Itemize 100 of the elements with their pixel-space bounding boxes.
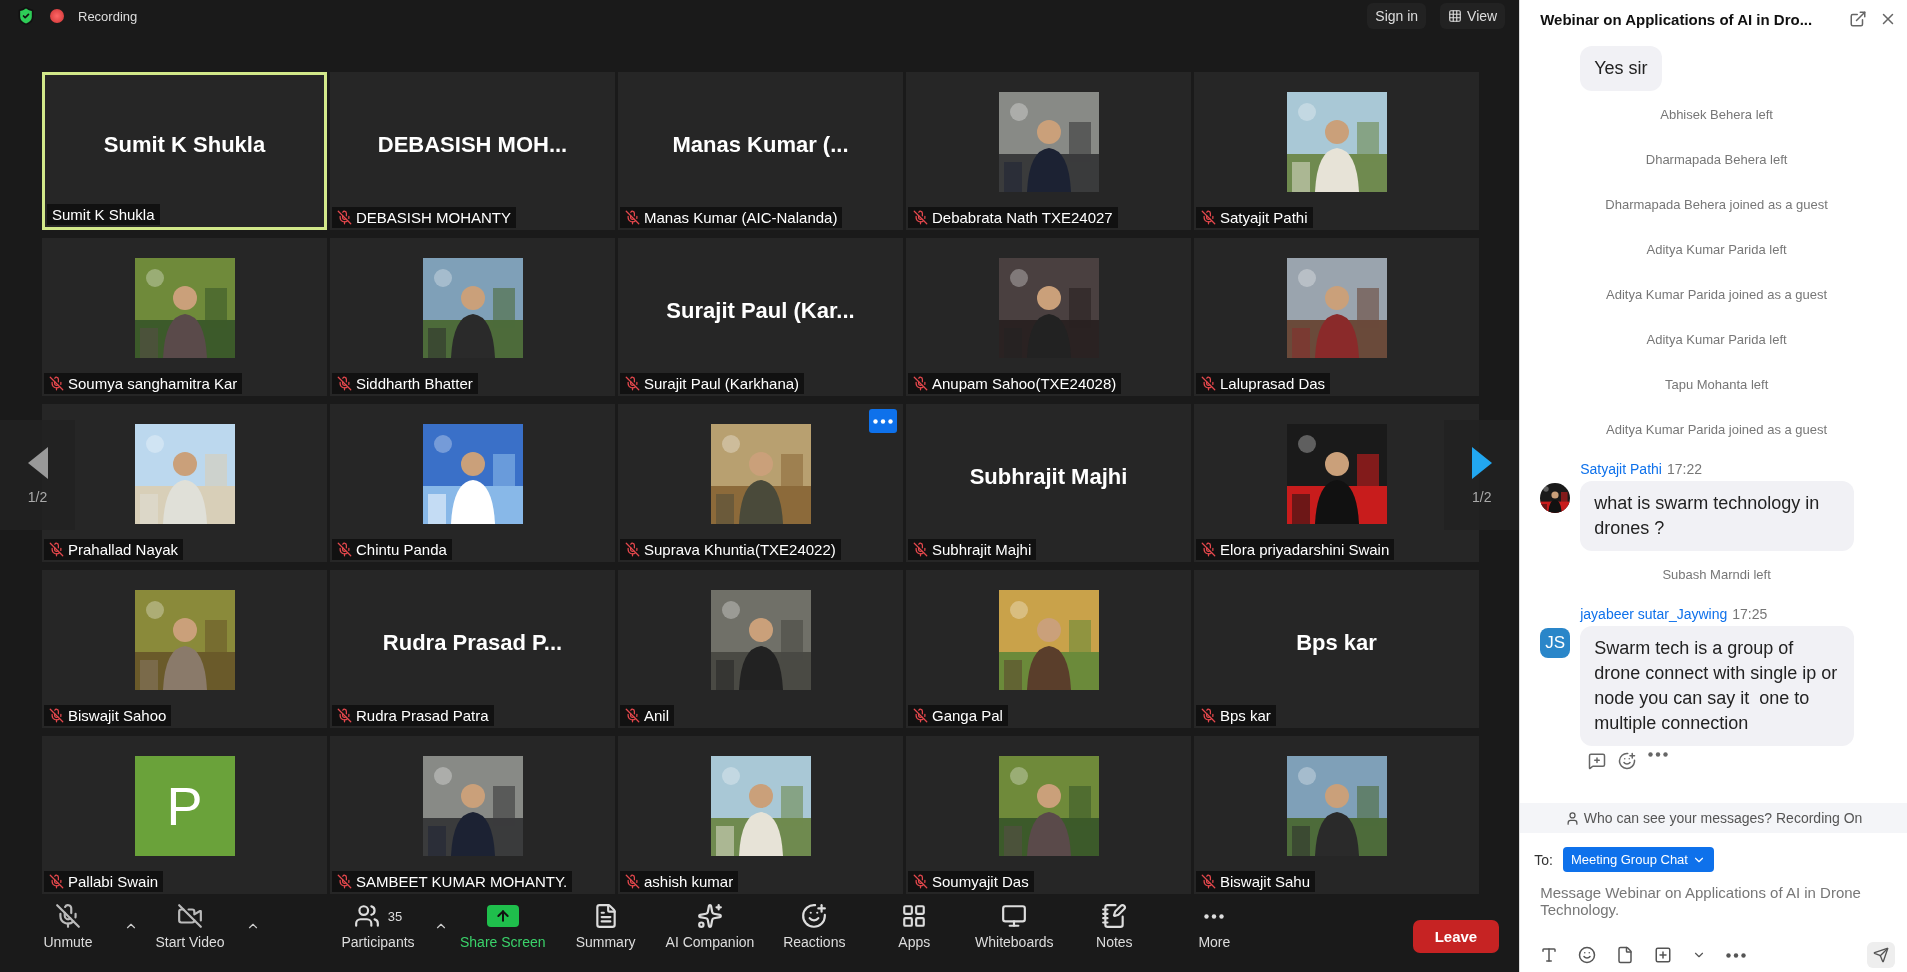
video-tile[interactable]: Surajit Paul (Kar... Surajit Paul (Karkhana)	[618, 238, 903, 396]
video-tile[interactable]: Sumit K Shukla Sumit K Shukla	[42, 72, 327, 230]
system-message: Aditya Kumar Parida joined as a guest	[1605, 421, 1829, 439]
emoji-icon[interactable]	[1618, 752, 1637, 770]
recording-icon	[50, 9, 64, 23]
smiley-plus-icon	[801, 903, 828, 929]
video-tile[interactable]: Anil	[618, 570, 903, 728]
video-tile[interactable]: Soumyajit Das	[906, 736, 1191, 894]
toolbar-button[interactable]: Start Video	[142, 900, 238, 952]
video-tile[interactable]: Siddharth Bhatter	[330, 238, 615, 396]
notepad-icon	[1101, 903, 1128, 929]
participant-label: Rudra Prasad Patra	[356, 707, 489, 724]
more-icon[interactable]	[1204, 913, 1225, 919]
participant-label: Biswajit Sahu	[1220, 873, 1311, 890]
system-message: Aditya Kumar Parida joined as a guest	[1605, 286, 1829, 304]
message-header: jayabeer sutar_Jaywing 17:25	[1580, 606, 1769, 622]
video-tile[interactable]: Chintu Panda	[330, 404, 615, 562]
system-message: Aditya Kumar Parida left	[1645, 241, 1788, 259]
recipient-dropdown[interactable]: Meeting Group Chat	[1562, 847, 1714, 872]
video-tile[interactable]: Rudra Prasad P... Rudra Prasad Patra	[330, 570, 615, 728]
system-message: Abhisek Behera left	[1659, 106, 1774, 124]
participant-name: Bps kar	[1296, 630, 1377, 656]
video-tile[interactable]: Anupam Sahoo(TXE24028)	[906, 238, 1191, 396]
toolbar-button[interactable]: Notes	[1066, 900, 1163, 952]
participant-name: Manas Kumar (...	[672, 132, 849, 158]
system-message: Tapu Mohanta left	[1663, 376, 1770, 394]
toolbar-button[interactable]: More	[1166, 900, 1263, 952]
participant-label: Debabrata Nath TXE24027	[932, 209, 1113, 226]
sparkles-icon	[696, 903, 723, 929]
participant-label: Ganga Pal	[932, 707, 1003, 724]
participant-name: DEBASISH MOH...	[377, 132, 568, 158]
video-tile[interactable]: Suprava Khuntia(TXE24022)	[618, 404, 903, 562]
video-tile[interactable]: DEBASISH MOH... DEBASISH MOHANTY	[330, 72, 615, 230]
toolbar-button[interactable]: 35 Participants	[330, 900, 426, 952]
toolbar-button[interactable]: AI Companion	[657, 900, 763, 952]
participant-label: DEBASISH MOHANTY	[356, 209, 512, 226]
video-tile[interactable]: Laluprasad Das	[1194, 238, 1479, 396]
send-icon	[1873, 947, 1889, 963]
video-tile[interactable]: Soumya sanghamitra Kar	[42, 238, 327, 396]
more-icon[interactable]	[1726, 952, 1747, 958]
next-page-icon[interactable]	[1469, 445, 1494, 481]
whiteboard-icon	[1001, 903, 1028, 929]
system-message: Dharmapada Behera joined as a guest	[1604, 196, 1829, 214]
video-tile[interactable]: Ganga Pal	[906, 570, 1191, 728]
participant-label: Elora priyadarshini Swain	[1220, 541, 1390, 558]
video-tile[interactable]: Debabrata Nath TXE24027	[906, 72, 1191, 230]
toolbar-button[interactable]: Apps	[866, 900, 963, 952]
participant-label: Bps kar	[1220, 707, 1271, 724]
user-avatar: JS	[1540, 628, 1571, 658]
message-header: Satyajit Pathi 17:22	[1580, 461, 1703, 477]
video-tile[interactable]: P Pallabi Swain	[42, 736, 327, 894]
apps-icon	[901, 903, 928, 929]
participant-label: ashish kumar	[644, 873, 734, 890]
add-icon[interactable]	[1654, 946, 1673, 964]
grid-icon	[1448, 9, 1463, 23]
send-button[interactable]	[1867, 942, 1895, 968]
participant-label: Manas Kumar (AIC-Nalanda)	[644, 209, 838, 226]
participant-label: Anupam Sahoo(TXE24028)	[932, 375, 1117, 392]
format-icon[interactable]	[1540, 946, 1559, 964]
reply-icon[interactable]	[1588, 752, 1607, 770]
video-tile[interactable]: SAMBEET KUMAR MOHANTY.	[330, 736, 615, 894]
to-label: To:	[1534, 851, 1553, 868]
more-button[interactable]	[869, 409, 897, 433]
toolbar-button[interactable]: Unmute	[20, 900, 116, 952]
sign-in-button[interactable]: Sign in	[1367, 3, 1427, 29]
participant-label: Subhrajit Majhi	[932, 541, 1032, 558]
participant-label: Suprava Khuntia(TXE24022)	[644, 541, 836, 558]
toolbar-button[interactable]: Share Screen	[452, 900, 554, 952]
video-tile[interactable]: Bps kar Bps kar	[1194, 570, 1479, 728]
video-tile[interactable]: Biswajit Sahoo	[42, 570, 327, 728]
emoji-icon[interactable]	[1578, 946, 1597, 964]
view-button[interactable]: View	[1440, 3, 1506, 29]
participant-label: Siddharth Bhatter	[356, 375, 473, 392]
video-tile[interactable]: Manas Kumar (... Manas Kumar (AIC-Nalanda)	[618, 72, 903, 230]
shield-icon[interactable]	[16, 6, 36, 26]
toolbar-button[interactable]: Reactions	[766, 900, 863, 952]
video-tile[interactable]: ashish kumar	[618, 736, 903, 894]
video-tile[interactable]: Satyajit Pathi	[1194, 72, 1479, 230]
video-tile[interactable]: Biswajit Sahu	[1194, 736, 1479, 894]
participant-label: Surajit Paul (Karkhana)	[644, 375, 800, 392]
file-icon[interactable]	[1616, 946, 1635, 964]
toolbar-button[interactable]: Summary	[557, 900, 654, 952]
participant-label: Laluprasad Das	[1220, 375, 1326, 392]
person-icon	[1564, 810, 1580, 826]
muted-microphone-icon	[55, 903, 81, 929]
participant-label: Chintu Panda	[356, 541, 447, 558]
participant-name: Surajit Paul (Kar...	[666, 298, 855, 324]
toolbar-button[interactable]: Whiteboards	[966, 900, 1063, 952]
participant-name: Sumit K Shukla	[103, 132, 266, 158]
participant-label: SAMBEET KUMAR MOHANTY.	[356, 873, 568, 890]
privacy-notice[interactable]: Who can see your messages? Recording On	[1520, 803, 1907, 833]
leave-button[interactable]: Leave	[1412, 920, 1500, 953]
people-icon	[353, 903, 380, 929]
video-tile[interactable]: Subhrajit Majhi Subhrajit Majhi	[906, 404, 1191, 562]
participant-label: Anil	[644, 707, 669, 724]
more-icon[interactable]	[1648, 752, 1669, 757]
participant-name: Subhrajit Majhi	[969, 464, 1128, 490]
system-message: Subash Marndi left	[1661, 566, 1772, 584]
pop-out-icon[interactable]	[1849, 10, 1867, 28]
message-bubble: what is swarm technology in drones ?	[1580, 481, 1855, 551]
